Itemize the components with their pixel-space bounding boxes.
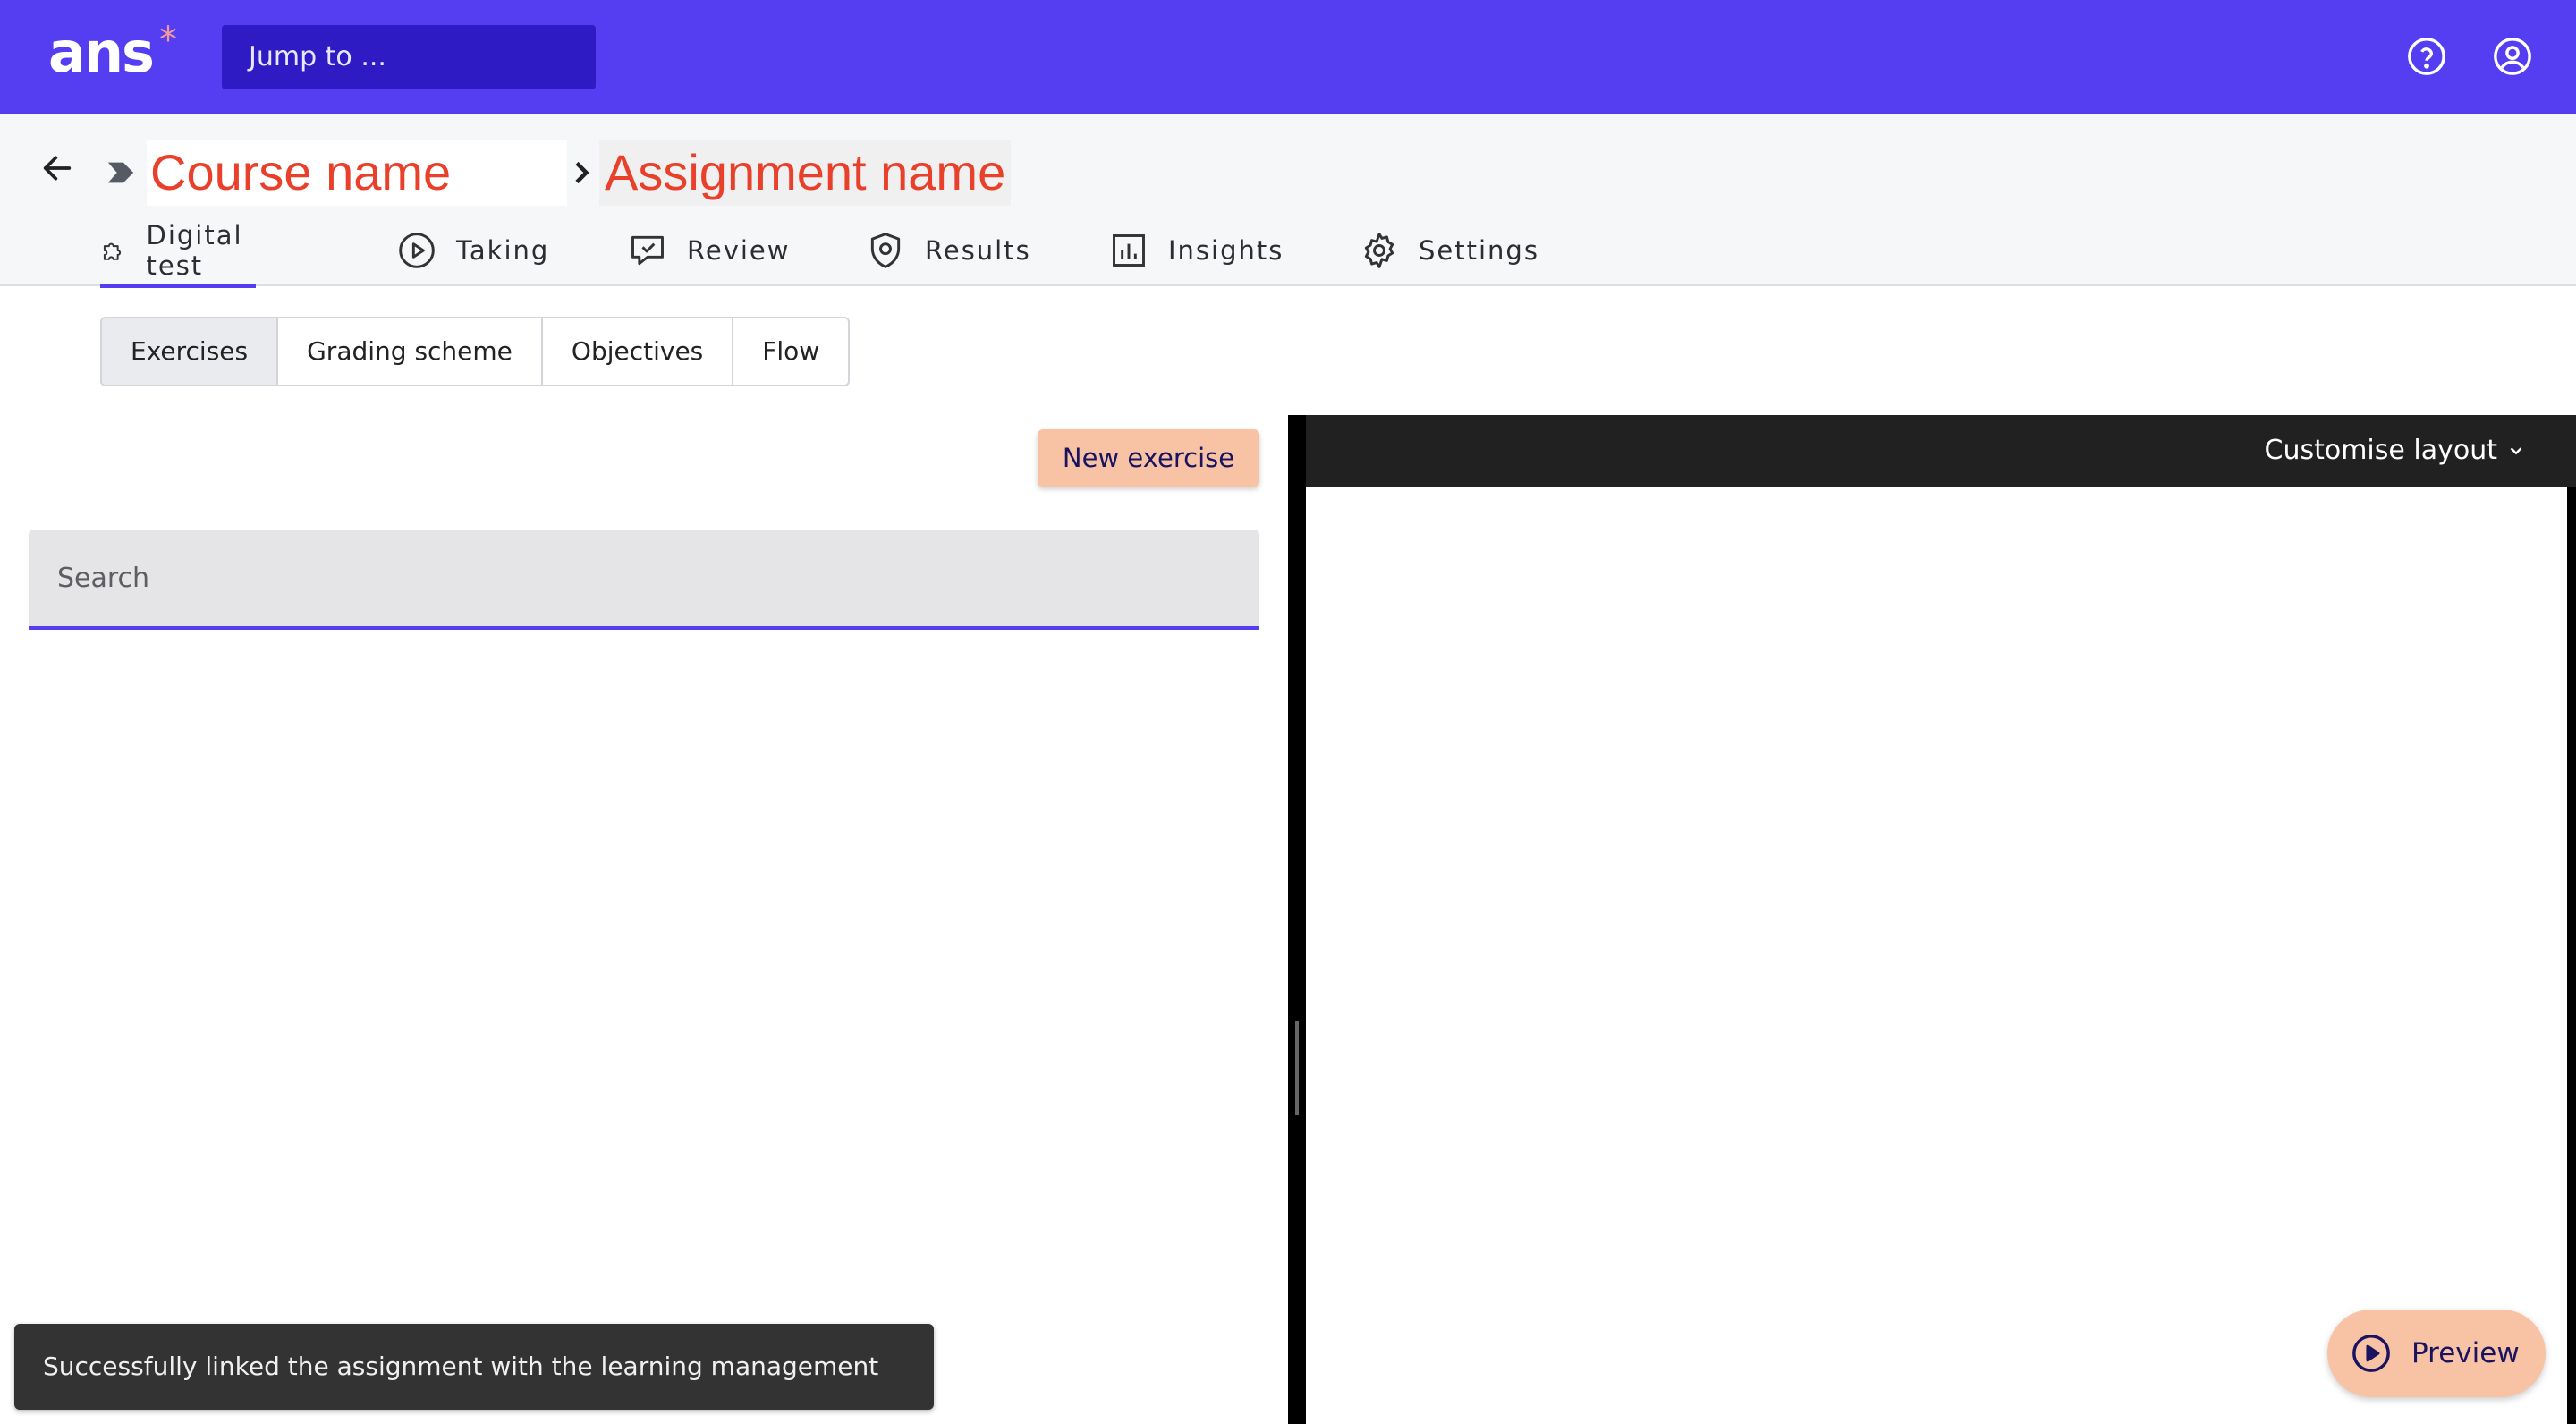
bar-chart-icon (1113, 234, 1145, 267)
customise-layout-label: Customise layout (2264, 435, 2498, 466)
play-circle-icon (2352, 1335, 2390, 1372)
tab-label: Insights (1168, 235, 1284, 266)
tab-insights[interactable]: Insights (1109, 215, 1284, 286)
tab-settings[interactable]: Settings (1360, 215, 1539, 286)
tab-label: Digital test (146, 220, 243, 281)
comment-check-icon (631, 235, 664, 266)
gear-icon (1364, 233, 1394, 268)
chevron-down-icon (2510, 447, 2522, 455)
tab-label: Results (925, 235, 1031, 266)
search-field (29, 530, 1259, 630)
tab-review[interactable]: Review (628, 215, 790, 286)
user-account-icon[interactable] (2492, 36, 2533, 77)
subtab-exercises[interactable]: Exercises (102, 318, 279, 385)
back-arrow-icon[interactable] (39, 150, 75, 186)
tab-results[interactable]: Results (866, 215, 1031, 286)
play-circle-icon (399, 233, 435, 268)
tab-taking[interactable]: Taking (397, 215, 549, 286)
breadcrumb-tag-icon (107, 162, 134, 183)
page-header: Course name Assignment name Digital test… (0, 114, 2576, 288)
tab-digital-test[interactable]: Digital test (100, 215, 257, 288)
subtab-flow[interactable]: Flow (733, 318, 848, 385)
tab-label: Taking (456, 235, 550, 266)
top-bar: ans * Jump to ... (0, 0, 2576, 114)
jump-to-input[interactable]: Jump to ... (222, 25, 596, 89)
subtab-objectives[interactable]: Objectives (543, 318, 734, 385)
customise-layout-dropdown[interactable]: Customise layout (2265, 429, 2527, 472)
breadcrumb-assignment[interactable]: Assignment name (599, 140, 1012, 206)
new-exercise-button[interactable]: New exercise (1038, 429, 1259, 487)
success-toast: Successfully linked the assignment with … (14, 1324, 934, 1410)
shield-icon (870, 233, 901, 268)
subtab-grading-scheme[interactable]: Grading scheme (278, 318, 543, 385)
puzzle-icon (103, 242, 122, 260)
subtab-group: Exercises Grading scheme Objectives Flow (100, 317, 851, 386)
ans-logo[interactable]: ans (48, 20, 155, 85)
preview-label: Preview (2411, 1337, 2520, 1369)
search-input[interactable] (29, 530, 1259, 626)
breadcrumb-course[interactable]: Course name (147, 140, 567, 206)
logo-asterisk: * (159, 20, 177, 61)
breadcrumb-separator-icon (575, 161, 589, 184)
resize-handle[interactable] (1295, 1021, 1299, 1115)
preview-content (1306, 487, 2567, 1424)
help-icon[interactable] (2406, 36, 2447, 77)
tab-label: Review (687, 235, 791, 266)
tab-label: Settings (1419, 235, 1539, 266)
pane-resize-divider[interactable] (1288, 415, 1306, 1424)
preview-button[interactable]: Preview (2327, 1310, 2546, 1397)
